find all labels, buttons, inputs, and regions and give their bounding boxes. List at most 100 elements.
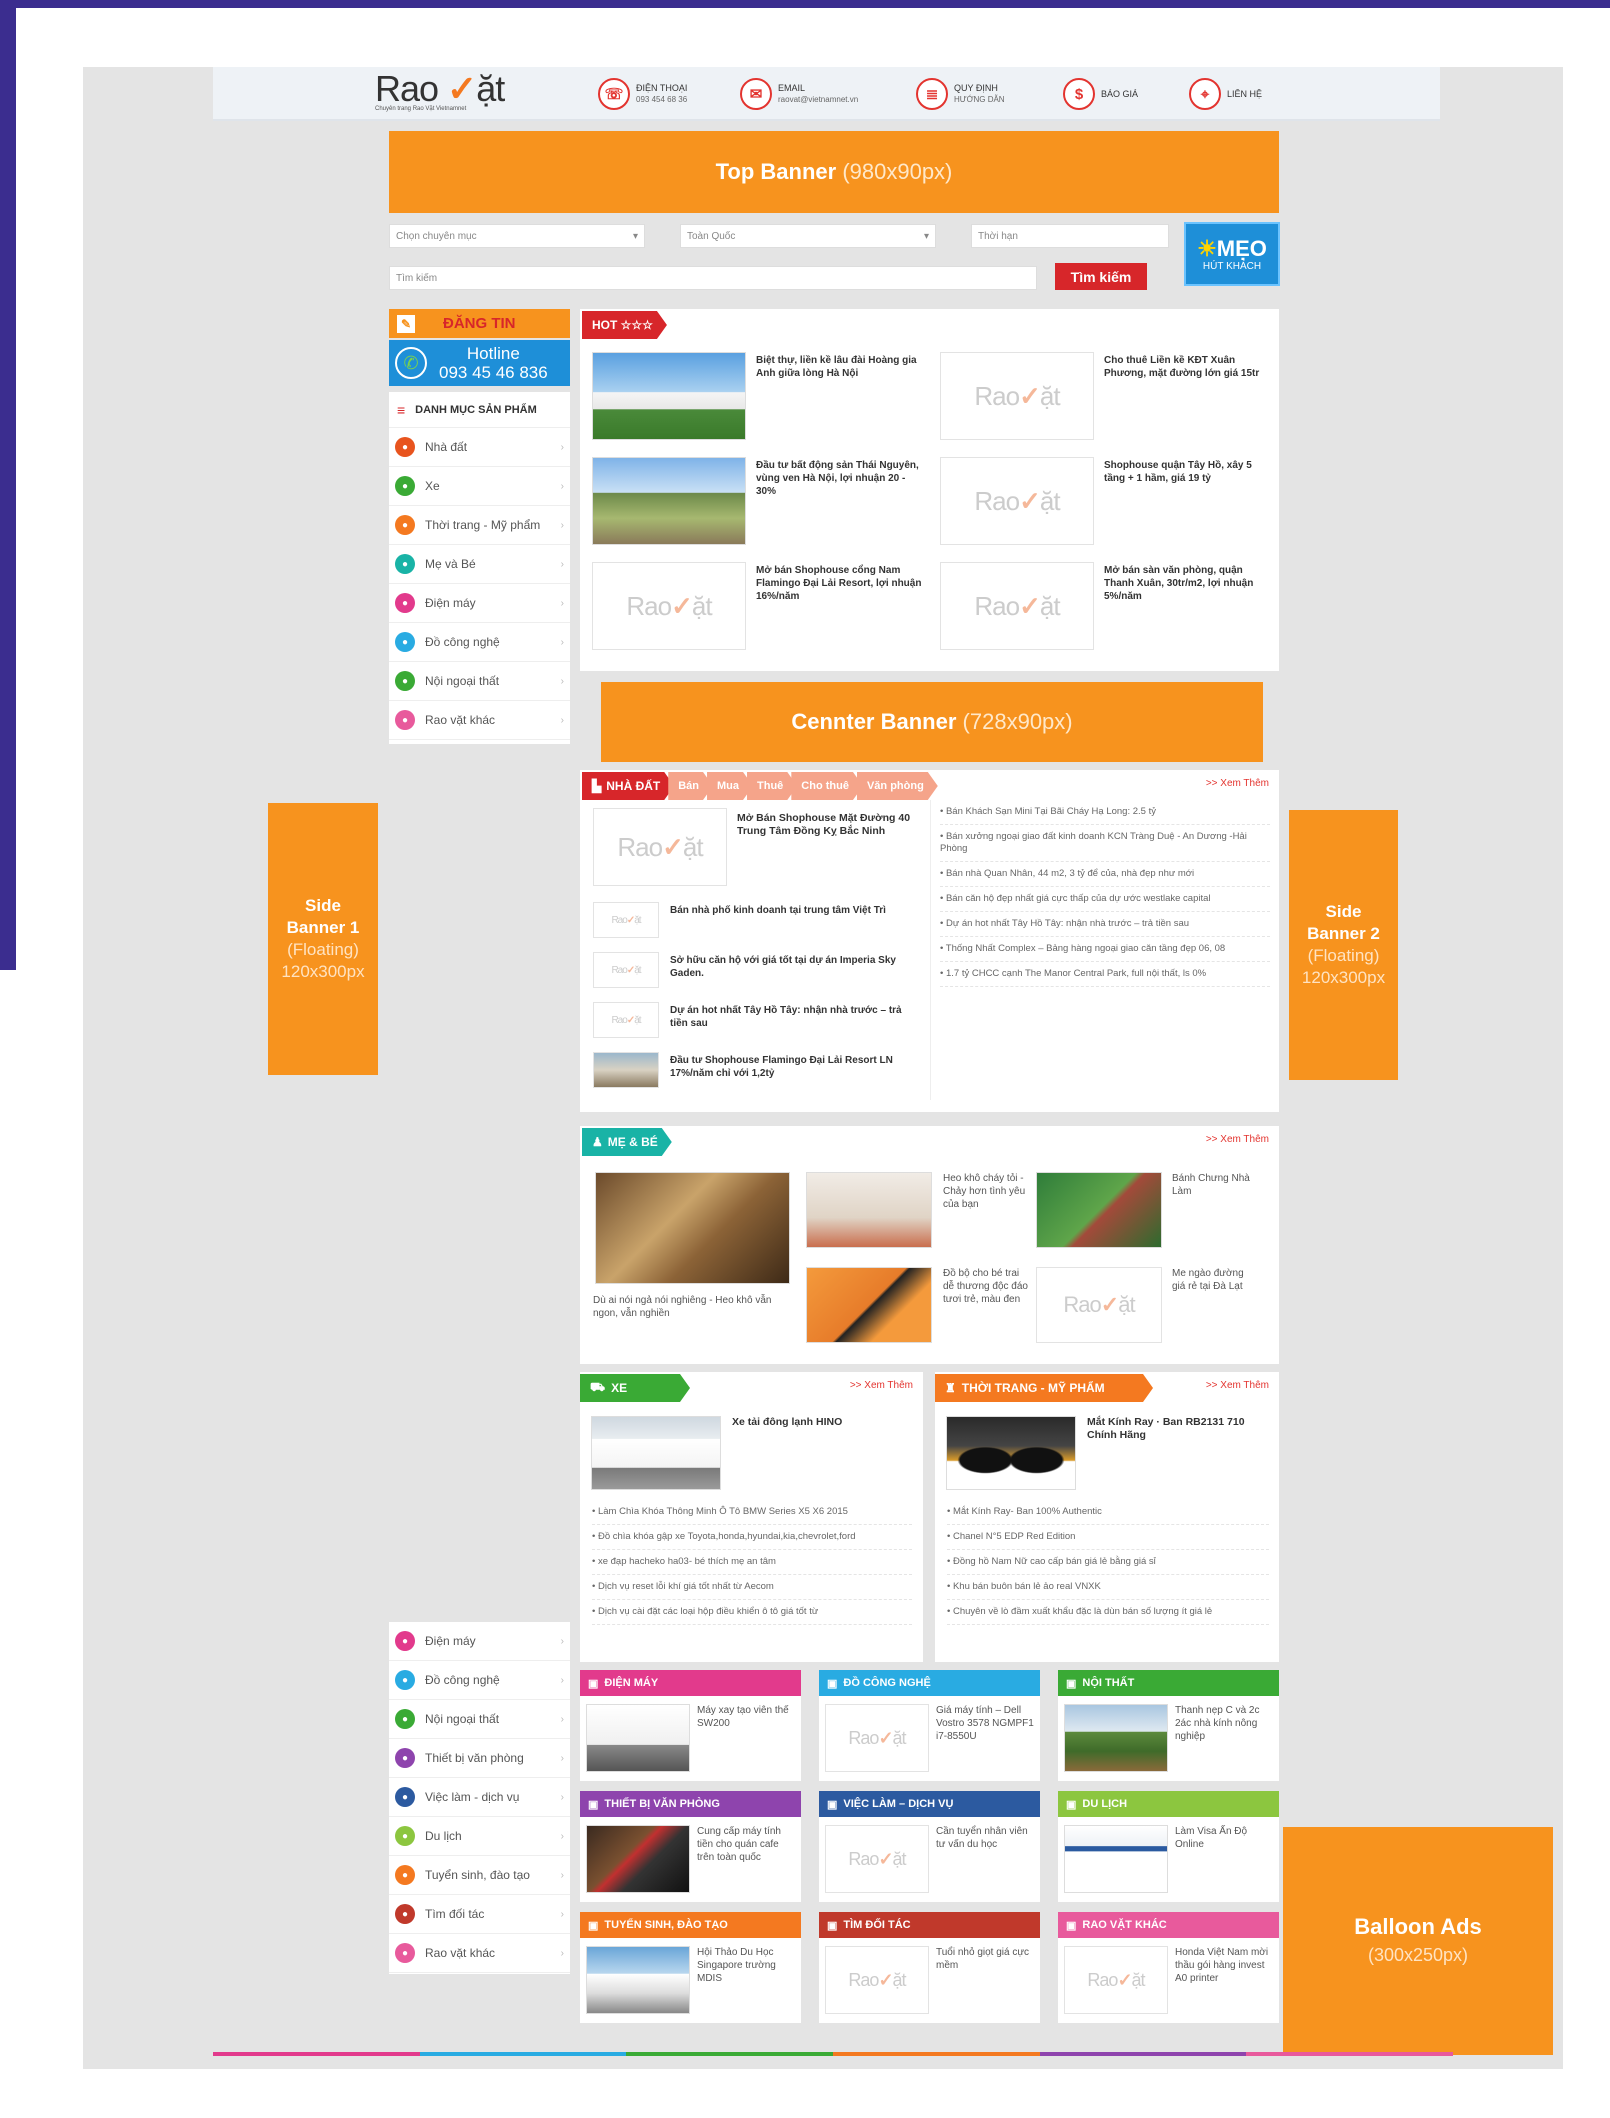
category-box-header[interactable]: ▣ NỘI THẤT	[1058, 1670, 1279, 1696]
placeholder-image[interactable]: Rao ✓ ặt	[940, 352, 1094, 440]
real-estate-list-item[interactable]: Dự án hot nhất Tây Hồ Tây: nhận nhà trướ…	[670, 1004, 915, 1030]
site-logo[interactable]: Rao ✓ặt Chuyên trang Rao Vặt Vietnamnet	[375, 70, 505, 120]
real-estate-tab[interactable]: Văn phòng	[857, 772, 938, 800]
real-estate-bullet[interactable]: • Thống Nhất Complex – Bảng hàng ngoại g…	[940, 937, 1270, 962]
header-item-email[interactable]: ✉ EMAIL raovat@vietnamnet.vn	[740, 76, 858, 112]
sidebar-item[interactable]: ● Nội ngoại thất ›	[389, 662, 570, 701]
real-estate-more-link[interactable]: >> Xem Thêm	[1206, 778, 1269, 789]
real-estate-tab[interactable]: Cho thuê	[791, 772, 863, 800]
real-estate-tab[interactable]: Thuê	[747, 772, 797, 800]
mother-baby-item-4[interactable]: Me ngào đường giá rẻ tại Đà Lạt	[1172, 1267, 1257, 1293]
side-banner-left[interactable]: Side Banner 1 (Floating) 120x300px	[268, 803, 378, 1075]
mother-baby-main-caption[interactable]: Dù ai nói ngả nói nghiêng - Heo khô vẫn …	[593, 1294, 788, 1320]
vehicles-bullet[interactable]: • xe đạp hacheko ha03- bé thích mẹ an tâ…	[592, 1550, 912, 1575]
fashion-bullet[interactable]: • Chuyên về lò đầm xuất khẩu đặc là dùn …	[947, 1600, 1269, 1625]
header-item-location[interactable]: ⌖ LIÊN HỆ	[1189, 76, 1262, 112]
real-estate-bullet[interactable]: • Bán căn hộ đẹp nhất giá cực thấp của d…	[940, 887, 1270, 912]
sidebar-item[interactable]: ● Việc làm - dịch vụ ›	[389, 1778, 570, 1817]
real-estate-tab[interactable]: Mua	[707, 772, 753, 800]
category-box-header[interactable]: ▣ ĐIỆN MÁY	[580, 1670, 801, 1696]
sidebar-item[interactable]: ● Du lịch ›	[389, 1817, 570, 1856]
hot-item-title[interactable]: Mở bán Shophouse cổng Nam Flamingo Đại L…	[756, 564, 926, 603]
city-image[interactable]	[586, 1946, 690, 2014]
vehicles-tab[interactable]: ⛟ XE	[580, 1374, 690, 1402]
category-select[interactable]: Chọn chuyên mục ▾	[389, 224, 645, 248]
sidebar-item[interactable]: ● Nhà đất ›	[389, 428, 570, 467]
truck-image[interactable]	[591, 1416, 721, 1490]
category-box-text[interactable]: Cung cấp máy tính tiền cho quán cafe trê…	[697, 1825, 795, 1864]
fashion-more-link[interactable]: >> Xem Thêm	[1206, 1380, 1269, 1391]
gate-image[interactable]	[592, 457, 746, 545]
category-box-text[interactable]: Hội Thảo Du Học Singapore trường MDIS	[697, 1946, 795, 1985]
placeholder-image[interactable]: Rao ✓ ặt	[825, 1825, 929, 1893]
sidebar-item[interactable]: ● Rao vặt khác ›	[389, 701, 570, 740]
real-estate-bullet[interactable]: • Bán nhà Quan Nhân, 44 m2, 3 tỷ để của,…	[940, 862, 1270, 887]
sidebar-item[interactable]: ● Đồ công nghệ ›	[389, 623, 570, 662]
real-estate-main-image[interactable]: Rao ✓ ặt	[593, 808, 727, 886]
vehicles-bullet[interactable]: • Làm Chìa Khóa Thông Minh Ô Tô BMW Seri…	[592, 1500, 912, 1525]
placeholder-image[interactable]: Rao ✓ ặt	[825, 1946, 929, 2014]
tips-button[interactable]: ☀MẸO HÚT KHÁCH	[1184, 222, 1280, 286]
mother-baby-item-3[interactable]: Đồ bộ cho bé trai dễ thương độc đáo tươi…	[943, 1267, 1028, 1306]
sidebar-item[interactable]: ● Nội ngoại thất ›	[389, 1700, 570, 1739]
fashion-bullet[interactable]: • Khu bán buôn bán lẻ ảo real VNXK	[947, 1575, 1269, 1600]
category-box-header[interactable]: ▣ RAO VẶT KHÁC	[1058, 1912, 1279, 1938]
visa-image[interactable]	[1064, 1825, 1168, 1893]
fashion-main-title[interactable]: Mắt Kính Ray · Ban RB2131 710 Chính Hãng	[1087, 1416, 1272, 1442]
balloon-ad[interactable]: Balloon Ads (300x250px)	[1283, 1827, 1553, 2055]
mother-baby-item-1[interactable]: Heo khô cháy tỏi - Chảy hơn tình yêu của…	[943, 1172, 1028, 1211]
real-estate-bullet[interactable]: • Bán Khách Sạn Mini Tại Bãi Cháy Hạ Lon…	[940, 800, 1270, 825]
placeholder-image[interactable]: Rao ✓ ặt	[592, 562, 746, 650]
category-box-header[interactable]: ▣ THIẾT BỊ VĂN PHÒNG	[580, 1791, 801, 1817]
real-estate-tab[interactable]: Bán	[668, 772, 713, 800]
sunglasses-image[interactable]	[946, 1416, 1076, 1490]
header-item-dollar[interactable]: $ BÁO GIÁ	[1063, 76, 1138, 112]
sidebar-item[interactable]: ● Xe ›	[389, 467, 570, 506]
real-estate-main-title[interactable]: Mở Bán Shophouse Mặt Đường 40 Trung Tâm …	[737, 812, 917, 838]
resort-thumb[interactable]	[593, 1052, 659, 1088]
sidebar-item[interactable]: ● Mẹ và Bé ›	[389, 545, 570, 584]
sidebar-item[interactable]: ● Rao vặt khác ›	[389, 1934, 570, 1973]
placeholder-image[interactable]: Rao ✓ ặt	[1064, 1946, 1168, 2014]
hot-item-title[interactable]: Biệt thự, liền kề lâu đài Hoàng gia Anh …	[756, 354, 926, 380]
mother-baby-more-link[interactable]: >> Xem Thêm	[1206, 1134, 1269, 1145]
category-box-text[interactable]: Tuổi nhỏ giọt giá cực mềm	[936, 1946, 1034, 1972]
office-image[interactable]	[586, 1825, 690, 1893]
search-button[interactable]: Tìm kiếm	[1055, 263, 1147, 290]
sidebar-item[interactable]: ● Đồ công nghệ ›	[389, 1661, 570, 1700]
side-banner-right[interactable]: Side Banner 2 (Floating) 120x300px	[1289, 810, 1398, 1080]
dried-pork-image[interactable]	[595, 1172, 790, 1284]
vehicles-bullet[interactable]: • Dịch vụ cài đặt các loại hộp điều khiể…	[592, 1600, 912, 1625]
hot-item-title[interactable]: Mở bán sàn văn phòng, quận Thanh Xuân, 3…	[1104, 564, 1274, 603]
header-item-phone[interactable]: ☏ ĐIỆN THOẠI 093 454 68 36	[598, 76, 687, 112]
search-input[interactable]: Tìm kiếm	[389, 266, 1037, 290]
category-box-header[interactable]: ▣ TUYỂN SINH, ĐÀO TẠO	[580, 1912, 801, 1938]
real-estate-bullet[interactable]: • Bán xưởng ngoại giao đất kinh doanh KC…	[940, 825, 1270, 862]
villa-image[interactable]	[592, 352, 746, 440]
real-estate-thumb[interactable]: Rao ✓ ặt	[593, 1002, 659, 1038]
vehicles-bullet[interactable]: • Dịch vụ reset lỗi khí giá tốt nhất từ …	[592, 1575, 912, 1600]
category-box-text[interactable]: Làm Visa Ấn Độ Online	[1175, 1825, 1273, 1851]
vehicles-main-title[interactable]: Xe tải đông lạnh HINO	[732, 1416, 912, 1429]
placeholder-image[interactable]: Rao ✓ ặt	[1036, 1267, 1162, 1343]
placeholder-image[interactable]: Rao ✓ ặt	[940, 562, 1094, 650]
sidebar-item[interactable]: ● Thời trang - Mỹ phẩm ›	[389, 506, 570, 545]
center-banner[interactable]: Cennter Banner (728x90px)	[601, 682, 1263, 762]
real-estate-thumb[interactable]: Rao ✓ ặt	[593, 902, 659, 938]
hot-tab[interactable]: HOT ☆☆☆	[582, 311, 667, 339]
real-estate-thumb[interactable]: Rao ✓ ặt	[593, 952, 659, 988]
mother-baby-item-2[interactable]: Bánh Chưng Nhà Làm	[1172, 1172, 1257, 1198]
placeholder-image[interactable]: Rao ✓ ặt	[825, 1704, 929, 1772]
rice-cake-image[interactable]	[1036, 1172, 1162, 1248]
vehicles-bullet[interactable]: • Đồ chìa khóa gập xe Toyota,honda,hyund…	[592, 1525, 912, 1550]
fashion-bullet[interactable]: • Mắt Kính Ray- Ban 100% Authentic	[947, 1500, 1269, 1525]
placeholder-image[interactable]: Rao ✓ ặt	[940, 457, 1094, 545]
kids-clothes-image[interactable]	[806, 1267, 932, 1343]
vehicles-more-link[interactable]: >> Xem Thêm	[850, 1380, 913, 1391]
real-estate-bullet[interactable]: • Dự án hot nhất Tây Hồ Tây: nhận nhà tr…	[940, 912, 1270, 937]
hot-item-title[interactable]: Đầu tư bất động sản Thái Nguyên, vùng ve…	[756, 459, 926, 498]
real-estate-list-item[interactable]: Bán nhà phố kinh doanh tại trung tâm Việ…	[670, 904, 915, 917]
category-box-header[interactable]: ▣ TÌM ĐỐI TÁC	[819, 1912, 1040, 1938]
category-box-text[interactable]: Cần tuyển nhân viên tư vấn du học	[936, 1825, 1034, 1851]
real-estate-list-item[interactable]: Sở hữu căn hộ với giá tốt tại dự án Impe…	[670, 954, 915, 980]
